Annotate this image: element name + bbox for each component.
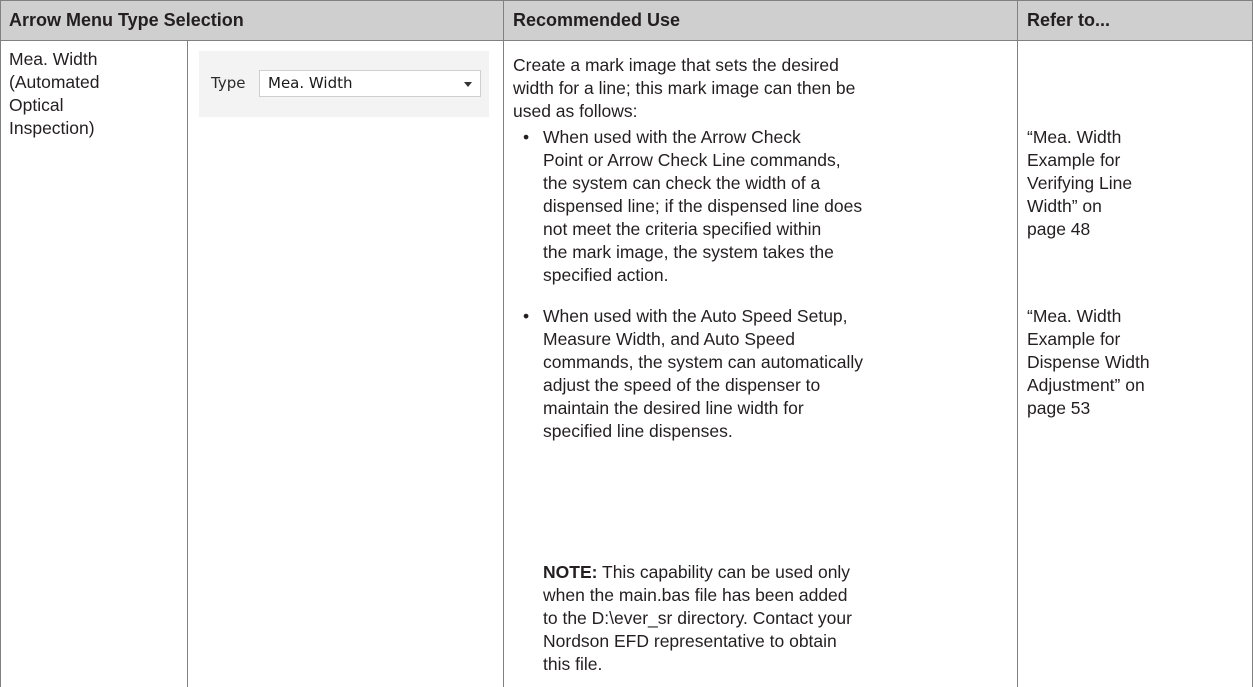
type-name-line: (Automated <box>9 72 100 92</box>
refer-line: Dispense Width <box>1027 352 1150 372</box>
refer-line: “Mea. Width <box>1027 127 1122 147</box>
column-divider-type-image <box>187 41 188 687</box>
type-dropdown-snapshot: Type Mea. Width <box>199 51 489 117</box>
bullet-line: specified action. <box>543 265 669 285</box>
refer-dispense-width-adjustment: “Mea. Width Example for Dispense Width A… <box>1027 305 1150 420</box>
type-name-line: Mea. Width <box>9 49 98 69</box>
note-line: this file. <box>543 654 603 674</box>
recommended-use-intro: Create a mark image that sets the desire… <box>513 54 855 123</box>
type-name-line: Inspection) <box>9 118 95 138</box>
column-divider-refer <box>1017 0 1018 687</box>
bullet-line: Point or Arrow Check Line commands, <box>543 150 841 170</box>
bullet-line: the mark image, the system takes the <box>543 242 834 262</box>
type-select-value: Mea. Width <box>268 74 353 92</box>
type-name-cell: Mea. Width (Automated Optical Inspection… <box>9 48 99 140</box>
type-select: Mea. Width <box>259 70 481 97</box>
bullet-text: When used with the Auto Speed Setup, Mea… <box>543 305 863 443</box>
note-first-line-text: This capability can be used only <box>597 562 851 582</box>
refer-line: Verifying Line <box>1027 173 1133 193</box>
bullet-item-dispense-width: • When used with the Auto Speed Setup, M… <box>523 305 1008 447</box>
bullet-line: maintain the desired line width for <box>543 398 804 418</box>
bullet-line: dispensed line; if the dispensed line do… <box>543 196 863 216</box>
document-table: Arrow Menu Type Selection Recommended Us… <box>0 0 1253 687</box>
column-divider-use <box>503 0 504 687</box>
refer-line: “Mea. Width <box>1027 306 1122 326</box>
note-line: when the main.bas file has been added <box>543 585 848 605</box>
refer-line: Width” on <box>1027 196 1102 216</box>
bullet-dot: • <box>523 306 530 326</box>
bullet-line: the system can check the width of a <box>543 173 821 193</box>
refer-line: page 48 <box>1027 219 1091 239</box>
intro-line: width for a line; this mark image can th… <box>513 78 856 98</box>
bullet-line: not meet the criteria specified within <box>543 219 822 239</box>
intro-line: Create a mark image that sets the desire… <box>513 55 839 75</box>
refer-line: page 53 <box>1027 398 1091 418</box>
header-refer-to: Refer to... <box>1027 10 1111 30</box>
bullet-line: specified line dispenses. <box>543 421 733 441</box>
bullet-text: When used with the Arrow Check Point or … <box>543 126 862 287</box>
header-arrow-menu-type-selection: Arrow Menu Type Selection <box>9 10 244 30</box>
refer-line: Example for <box>1027 150 1121 170</box>
type-label: Type <box>211 74 246 92</box>
refer-verifying-line-width: “Mea. Width Example for Verifying Line W… <box>1027 126 1132 241</box>
bullet-line: When used with the Arrow Check <box>543 127 801 147</box>
note-first-line: NOTE: This capability can be used only <box>543 561 852 584</box>
bullet-dot: • <box>523 127 530 147</box>
bullet-line: Measure Width, and Auto Speed <box>543 329 795 349</box>
bullet-line: commands, the system can automatically <box>543 352 863 372</box>
type-name-line: Optical <box>9 95 64 115</box>
bullet-line: adjust the speed of the dispenser to <box>543 375 821 395</box>
note-line: Nordson EFD representative to obtain <box>543 631 837 651</box>
table-header-row: Arrow Menu Type Selection Recommended Us… <box>0 0 1253 41</box>
note-block: NOTE: This capability can be used only w… <box>543 561 852 676</box>
note-label: NOTE: <box>543 562 598 582</box>
header-recommended-use: Recommended Use <box>513 10 681 30</box>
note-line: to the D:\ever_sr directory. Contact you… <box>543 608 852 628</box>
table-left-border <box>0 0 1 687</box>
bullet-line: When used with the Auto Speed Setup, <box>543 306 848 326</box>
refer-line: Example for <box>1027 329 1121 349</box>
chevron-down-icon <box>464 82 472 87</box>
intro-line: used as follows: <box>513 101 638 121</box>
refer-line: Adjustment” on <box>1027 375 1145 395</box>
bullet-item-verifying: • When used with the Arrow Check Point o… <box>523 126 1008 291</box>
